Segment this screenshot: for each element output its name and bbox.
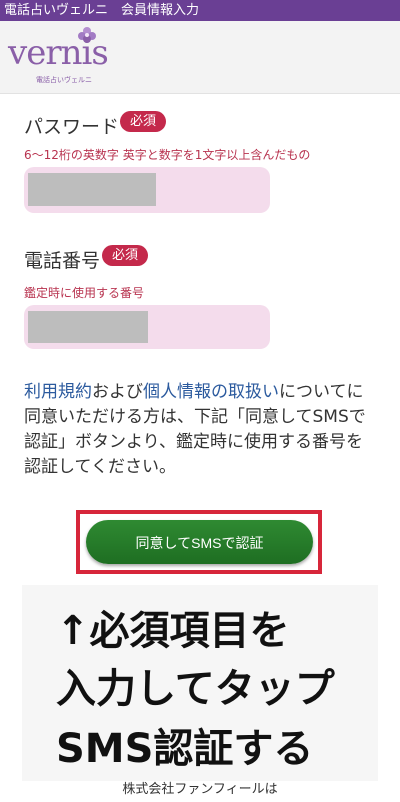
- terms-and: および: [92, 382, 143, 402]
- terms-link[interactable]: 利用規約: [24, 382, 92, 402]
- top-title: 電話占いヴェルニ 会員情報入力: [4, 3, 200, 18]
- callout-line-1: ↑必須項目を: [56, 608, 290, 654]
- phone-input[interactable]: [24, 305, 270, 349]
- password-hint: 6〜12桁の英数字 英字と数字を1文字以上含んだもの: [24, 148, 311, 162]
- privacy-link[interactable]: 個人情報の取扱い: [143, 382, 279, 402]
- terms-text: 利用規約および個人情報の取扱いについてに同意いただける方は、下記「同意してSMS…: [24, 380, 374, 480]
- logo-subtitle: 電話占いヴェルニ: [36, 76, 92, 84]
- logo-word: vernis: [8, 33, 109, 73]
- site-header: vernis 電話占いヴェルニ: [0, 21, 400, 94]
- masked-value: [28, 173, 156, 206]
- top-title-bar: 電話占いヴェルニ 会員情報入力: [0, 0, 400, 21]
- footer-text: 株式会社ファンフィールは: [122, 782, 278, 797]
- phone-hint: 鑑定時に使用する番号: [24, 286, 145, 300]
- password-required-badge: 必須: [120, 111, 167, 132]
- masked-value: [28, 311, 148, 343]
- password-label: パスワード: [24, 116, 120, 138]
- phone-label: 電話番号: [24, 250, 101, 272]
- callout-line-3: SMS認証する: [56, 726, 314, 772]
- vernis-logo[interactable]: vernis 電話占いヴェルニ: [8, 25, 128, 91]
- password-input[interactable]: [24, 167, 270, 213]
- phone-required-badge: 必須: [102, 245, 149, 266]
- agree-sms-button[interactable]: 同意してSMSで認証: [86, 520, 313, 564]
- callout-line-2: 入力してタップ: [56, 666, 335, 712]
